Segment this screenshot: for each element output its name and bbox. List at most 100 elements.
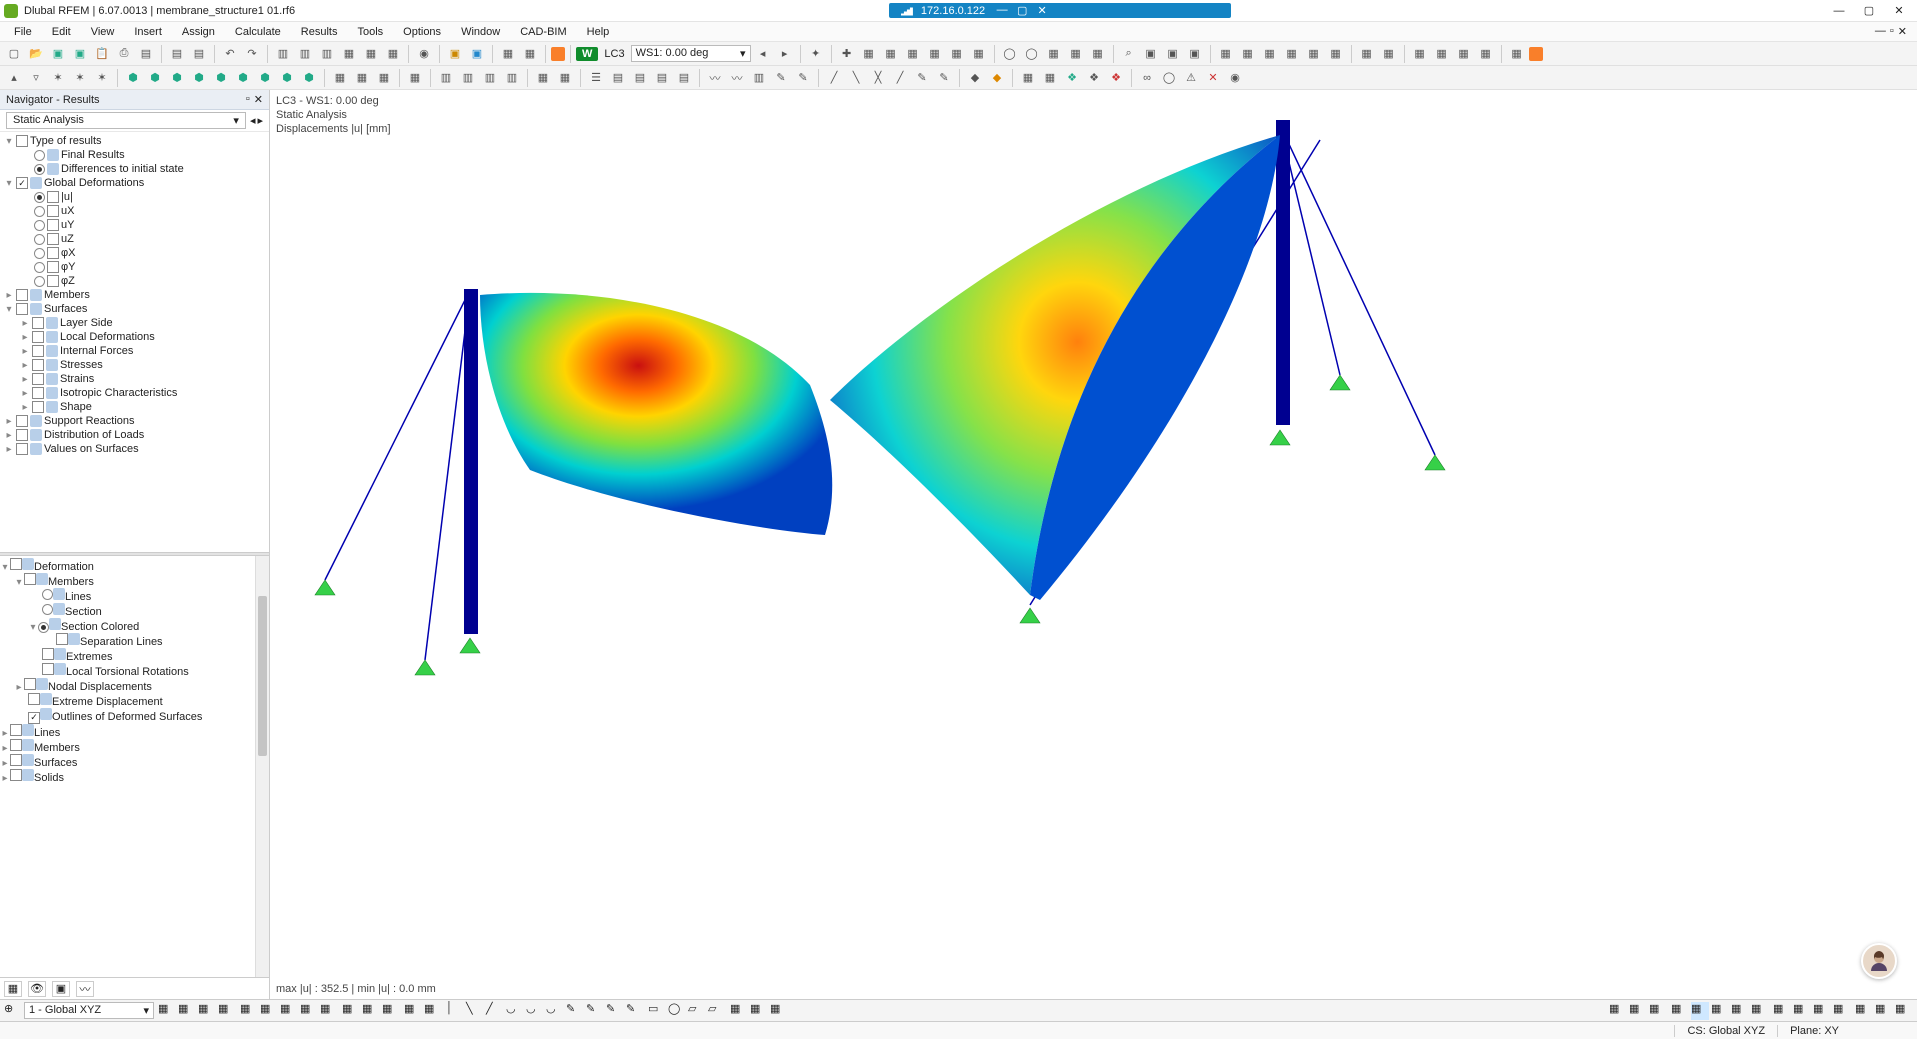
expand-icon[interactable]: ▸	[4, 430, 14, 441]
tree-label[interactable]: φX	[61, 247, 75, 259]
checkbox[interactable]	[47, 233, 59, 245]
sb-sh1-icon[interactable]: ▭	[648, 1002, 666, 1020]
tree-label[interactable]: Values on Surfaces	[44, 443, 139, 455]
assistant-avatar[interactable]	[1861, 943, 1897, 979]
expand-icon[interactable]: ▾	[4, 304, 14, 315]
m2-icon[interactable]: ▤	[608, 68, 628, 88]
expand-icon[interactable]: ▸	[14, 682, 24, 693]
doc1-icon[interactable]: ▤	[167, 44, 187, 64]
checkbox[interactable]	[32, 359, 44, 371]
sel5-icon[interactable]: ✶	[92, 68, 112, 88]
zoom1-icon[interactable]: ⌕	[1119, 44, 1139, 64]
checkbox[interactable]	[10, 739, 22, 751]
q4-icon[interactable]: ❖	[1084, 68, 1104, 88]
expand-icon[interactable]: ▾	[28, 622, 38, 633]
menu-help[interactable]: Help	[579, 24, 618, 40]
expand-icon[interactable]: ▸	[0, 773, 10, 784]
tree-label[interactable]: Shape	[60, 401, 92, 413]
sb2-icon[interactable]: ▦	[178, 1002, 196, 1020]
tool-h-icon[interactable]: ▦	[969, 44, 989, 64]
q1-icon[interactable]: ▦	[1018, 68, 1038, 88]
checkbox[interactable]	[16, 415, 28, 427]
sb-draw1-icon[interactable]: ✎	[566, 1002, 584, 1020]
n1-icon[interactable]: 〰	[705, 68, 725, 88]
sb1-icon[interactable]: ▦	[158, 1002, 176, 1020]
checkbox[interactable]	[32, 317, 44, 329]
results-tab-icon[interactable]: 〰	[76, 981, 94, 997]
sel2-icon[interactable]: ▿	[26, 68, 46, 88]
r2-icon[interactable]: ◯	[1159, 68, 1179, 88]
sr16-icon[interactable]: ▦	[1895, 1002, 1913, 1020]
tree-label[interactable]: Support Reactions	[44, 415, 135, 427]
misc3-icon[interactable]: ▦	[1454, 44, 1474, 64]
layer1-icon[interactable]: ▦	[1357, 44, 1377, 64]
tree-label[interactable]: φY	[61, 261, 75, 273]
tree-label[interactable]: Local Deformations	[60, 331, 155, 343]
radio[interactable]	[42, 589, 53, 600]
h3-icon[interactable]: ▦	[374, 68, 394, 88]
swatch-icon[interactable]	[551, 47, 565, 61]
tree-label[interactable]: Strains	[60, 373, 94, 385]
sel3-icon[interactable]: ✶	[48, 68, 68, 88]
checkbox[interactable]	[16, 289, 28, 301]
analysis-type-combo[interactable]: Static Analysis ▾	[6, 112, 246, 129]
sb12-icon[interactable]: ▦	[382, 1002, 400, 1020]
m1-icon[interactable]: ☰	[586, 68, 606, 88]
k2-icon[interactable]: ▦	[555, 68, 575, 88]
doc2-icon[interactable]: ▤	[189, 44, 209, 64]
o6-icon[interactable]: ✎	[934, 68, 954, 88]
tree-label[interactable]: Distribution of Loads	[44, 429, 144, 441]
checkbox[interactable]	[42, 663, 54, 675]
sb-bl1-icon[interactable]: ▦	[730, 1002, 748, 1020]
color2-icon[interactable]: ▣	[467, 44, 487, 64]
view-d-icon[interactable]: ▦	[1282, 44, 1302, 64]
menu-calculate[interactable]: Calculate	[227, 24, 289, 40]
o3-icon[interactable]: ╳	[868, 68, 888, 88]
tool-g-icon[interactable]: ▦	[947, 44, 967, 64]
sb-sh3-icon[interactable]: ▱	[688, 1002, 706, 1020]
sb10-icon[interactable]: ▦	[342, 1002, 360, 1020]
sr3-icon[interactable]: ▦	[1649, 1002, 1667, 1020]
j3-icon[interactable]: ▥	[480, 68, 500, 88]
sb14-icon[interactable]: ▦	[424, 1002, 442, 1020]
expand-icon[interactable]: ▾	[14, 577, 24, 588]
radio[interactable]	[34, 220, 45, 231]
doc-min-icon[interactable]: —	[1875, 25, 1886, 38]
m4-icon[interactable]: ▤	[652, 68, 672, 88]
expand-icon[interactable]: ▸	[0, 758, 10, 769]
expand-icon[interactable]: ▸	[0, 728, 10, 739]
checkbox[interactable]	[56, 633, 68, 645]
checkbox[interactable]	[32, 387, 44, 399]
sb6-icon[interactable]: ▦	[260, 1002, 278, 1020]
g2-icon[interactable]: ⬢	[145, 68, 165, 88]
r5-icon[interactable]: ◉	[1225, 68, 1245, 88]
j2-icon[interactable]: ▥	[458, 68, 478, 88]
lc-prev-icon[interactable]: ◂	[753, 44, 773, 64]
expand-icon[interactable]: ▸	[4, 444, 14, 455]
analysis-prev-icon[interactable]: ◂	[250, 114, 256, 127]
g8-icon[interactable]: ⬢	[277, 68, 297, 88]
q2-icon[interactable]: ▦	[1040, 68, 1060, 88]
checkbox[interactable]	[16, 177, 28, 189]
pin-icon[interactable]: ▫	[246, 93, 250, 106]
sb4-icon[interactable]: ▦	[218, 1002, 236, 1020]
expand-icon[interactable]: ▸	[20, 388, 30, 399]
minimize-button[interactable]: —	[1825, 2, 1853, 20]
checkbox[interactable]	[47, 205, 59, 217]
res3-icon[interactable]: ▦	[1044, 44, 1064, 64]
radio[interactable]	[34, 234, 45, 245]
sr13-icon[interactable]: ▦	[1833, 1002, 1851, 1020]
sb-line2-icon[interactable]: ╲	[466, 1002, 484, 1020]
sb5-icon[interactable]: ▦	[240, 1002, 258, 1020]
menu-results[interactable]: Results	[293, 24, 346, 40]
radio[interactable]	[34, 150, 45, 161]
zoom2-icon[interactable]: ▣	[1141, 44, 1161, 64]
panel5-icon[interactable]: ▦	[361, 44, 381, 64]
sb-sh4-icon[interactable]: ▱	[708, 1002, 726, 1020]
menu-cad-bim[interactable]: CAD-BIM	[512, 24, 574, 40]
tree-label[interactable]: Members	[34, 742, 80, 754]
checkbox[interactable]	[24, 678, 36, 690]
sr10-icon[interactable]: ▦	[1773, 1002, 1791, 1020]
q5-icon[interactable]: ❖	[1106, 68, 1126, 88]
j4-icon[interactable]: ▥	[502, 68, 522, 88]
